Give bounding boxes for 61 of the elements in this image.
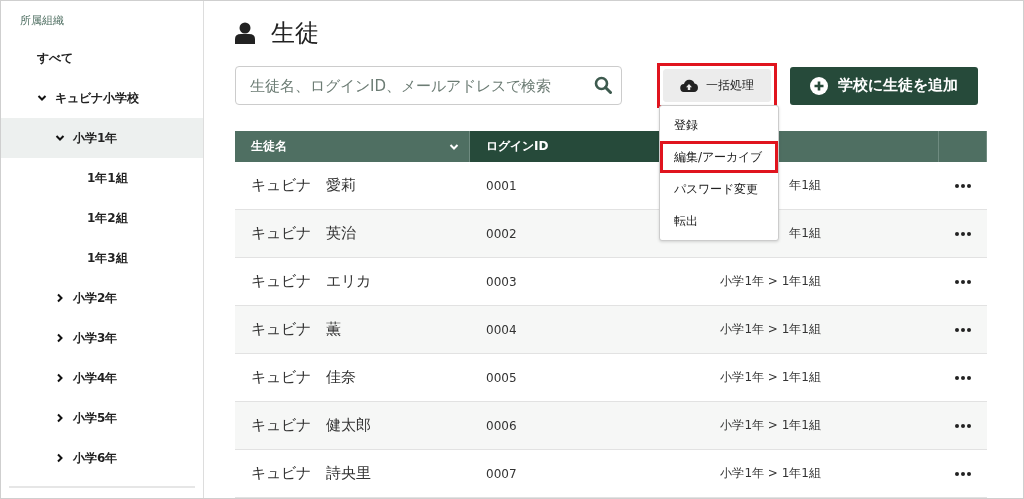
login-id: 0002 <box>486 226 517 241</box>
class-path: 小学1年 > 1年1組 <box>720 369 821 386</box>
class-path: 年1組 <box>789 225 821 242</box>
chevron-down-icon <box>37 93 47 103</box>
column-header[interactable]: 生徒名 <box>251 138 287 155</box>
login-id: 0005 <box>486 370 517 385</box>
chevron-right-icon <box>55 333 65 343</box>
login-id: 0004 <box>486 322 517 337</box>
tree-item[interactable]: 小学5年 <box>1 398 203 438</box>
class-path: 小学1年 > 1年1組 <box>720 465 821 482</box>
tree-item[interactable]: 小学4年 <box>1 358 203 398</box>
tree-item[interactable]: 小学6年 <box>1 438 203 478</box>
column-header[interactable]: ログインID <box>486 138 549 155</box>
login-id: 0003 <box>486 274 517 289</box>
tree-item[interactable]: 小学1年 <box>1 118 203 158</box>
page-title: 生徒 <box>271 17 319 49</box>
search-icon <box>594 76 612 95</box>
student-name: キュビナ エリカ <box>251 272 371 291</box>
chevron-right-icon <box>55 293 65 303</box>
tree-item[interactable]: すべて <box>1 38 203 78</box>
chevron-right-icon <box>55 413 65 423</box>
more-icon[interactable] <box>955 327 971 332</box>
tree-item[interactable]: 小学3年 <box>1 318 203 358</box>
add-student-button[interactable]: 学校に生徒を追加 <box>790 66 978 105</box>
tree-item[interactable]: 1年2組 <box>1 198 203 238</box>
chevron-right-icon <box>55 453 65 463</box>
login-id: 0001 <box>486 178 517 193</box>
tree-item[interactable]: 1年3組 <box>1 238 203 278</box>
class-path: 小学1年 > 1年1組 <box>720 417 821 434</box>
student-name: キュビナ 健太郎 <box>251 416 371 435</box>
menu-item[interactable]: 登録 <box>660 109 778 142</box>
student-name: キュビナ 愛莉 <box>251 176 356 195</box>
more-icon[interactable] <box>955 231 971 236</box>
tree-item[interactable]: 小学2年 <box>1 278 203 318</box>
cloud-upload-icon <box>680 79 698 93</box>
sidebar-heading: 所属組織 <box>19 13 65 29</box>
class-path: 年1組 <box>789 177 821 194</box>
student-name: キュビナ 英治 <box>251 224 356 243</box>
class-path: 小学1年 > 1年1組 <box>720 321 821 338</box>
chevron-down-icon <box>55 133 65 143</box>
menu-item[interactable]: 編集/アーカイブ <box>660 141 778 174</box>
tree-item[interactable]: 1年1組 <box>1 158 203 198</box>
more-icon[interactable] <box>955 423 971 428</box>
search-field[interactable]: 生徒名、ログインID、メールアドレスで検索 <box>235 66 622 106</box>
student-name: キュビナ 佳奈 <box>251 368 356 387</box>
tree-item[interactable]: キュビナ小学校 <box>1 78 203 118</box>
more-icon[interactable] <box>955 183 971 188</box>
student-name: キュビナ 薫 <box>251 320 341 339</box>
more-icon[interactable] <box>955 375 971 380</box>
student-name: キュビナ 詩央里 <box>251 464 371 483</box>
login-id: 0007 <box>486 466 517 481</box>
class-path: 小学1年 > 1年1組 <box>720 273 821 290</box>
chevron-right-icon <box>55 373 65 383</box>
menu-item[interactable]: 転出 <box>660 205 778 238</box>
bulk-action-button[interactable]: 一括処理 <box>663 69 771 103</box>
login-id: 0006 <box>486 418 517 433</box>
more-icon[interactable] <box>955 279 971 284</box>
person-icon <box>235 21 255 44</box>
more-icon[interactable] <box>955 471 971 476</box>
menu-item[interactable]: パスワード変更 <box>660 173 778 206</box>
plus-circle-icon <box>810 76 828 95</box>
